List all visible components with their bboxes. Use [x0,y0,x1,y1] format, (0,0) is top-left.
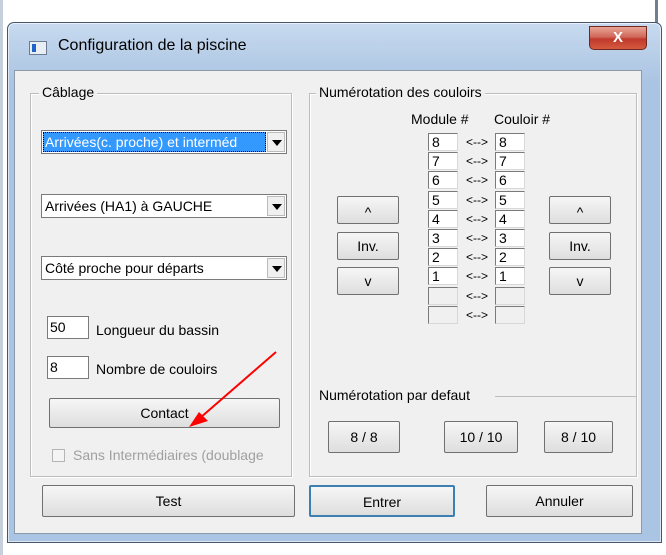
couloirs-label: Nombre de couloirs [96,361,218,377]
couloir-cell[interactable]: 3 [495,229,525,247]
module-cell[interactable]: 4 [428,209,458,228]
lane-separator: <--> [465,173,488,188]
cablage-legend: Câblage [39,84,98,100]
couloir-cell[interactable]: 6 [495,171,525,190]
module-cell[interactable]: 5 [428,190,458,209]
default-10-10-button[interactable]: 10 / 10 [444,421,518,453]
invert-left-button[interactable]: Inv. [337,232,399,260]
title-bar[interactable]: Configuration de la piscine X [8,23,661,71]
numerotation-legend: Numérotation des couloirs [316,84,485,100]
couloir-cell[interactable] [495,305,525,324]
couloir-cell[interactable]: 5 [495,190,525,209]
defaut-legend: Numérotation par defaut [316,387,473,403]
chevron-down-icon[interactable] [267,132,285,152]
lane-separator: <--> [465,154,488,169]
contact-button[interactable]: Contact [49,398,280,428]
test-button[interactable]: Test [42,485,295,517]
defaut-divider [495,396,637,397]
couloir-cell[interactable]: 2 [495,248,525,267]
arrivals-side-select[interactable]: Arrivées (HA1) à GAUCHE [41,194,287,218]
module-cell[interactable]: 7 [428,152,458,171]
window-title: Configuration de la piscine [58,37,247,54]
sans-intermediaires-label: Sans Intermédiaires (doublage [73,447,264,463]
module-cell[interactable]: 2 [428,248,458,267]
mode-select[interactable]: Arrivées(c. proche) et interméd [41,130,287,154]
default-8-8-button[interactable]: 8 / 8 [328,421,400,453]
couloir-cell[interactable]: 4 [495,209,525,228]
module-cell[interactable]: 3 [428,229,458,247]
lane-separator: <--> [465,288,488,303]
move-up-left-button[interactable]: ^ [337,196,399,224]
move-down-left-button[interactable]: v [337,267,399,295]
module-cell[interactable]: 6 [428,171,458,190]
lane-separator: <--> [465,307,488,322]
lane-separator: <--> [465,211,488,226]
longueur-label: Longueur du bassin [96,322,219,338]
lane-separator: <--> [465,135,488,149]
close-button[interactable]: X [589,26,647,50]
departs-side-value: Côté proche pour départs [45,260,204,276]
move-up-right-button[interactable]: ^ [549,196,611,224]
couloir-cell[interactable] [495,286,525,305]
departs-side-select[interactable]: Côté proche pour départs [41,256,287,280]
couloir-header: Couloir # [494,111,551,127]
lane-separator: <--> [465,192,488,207]
sans-intermediaires-checkbox[interactable] [52,449,65,462]
background-line [0,0,3,555]
couloir-cell[interactable]: 7 [495,152,525,171]
app-icon [29,41,47,55]
invert-right-button[interactable]: Inv. [549,232,611,260]
mode-select-value: Arrivées(c. proche) et interméd [43,132,266,152]
chevron-down-icon[interactable] [267,258,285,278]
lane-separator: <--> [465,231,488,245]
couloirs-input[interactable]: 8 [47,356,89,379]
module-cell[interactable]: 8 [428,133,458,151]
annuler-button[interactable]: Annuler [486,485,633,517]
couloir-cell[interactable]: 8 [495,133,525,151]
module-cell[interactable] [428,305,458,324]
chevron-down-icon[interactable] [267,196,285,216]
module-cell[interactable] [428,286,458,305]
arrivals-side-value: Arrivées (HA1) à GAUCHE [45,198,213,214]
client-area: Câblage Arrivées(c. proche) et interméd … [14,70,642,534]
module-cell[interactable]: 1 [428,267,458,286]
lane-separator: <--> [465,269,488,284]
entrer-button[interactable]: Entrer [309,485,455,517]
lane-separator: <--> [465,250,488,265]
longueur-input[interactable]: 50 [47,316,89,339]
default-8-10-button[interactable]: 8 / 10 [544,421,613,453]
module-header: Module # [411,111,469,127]
move-down-right-button[interactable]: v [549,267,611,295]
couloir-cell[interactable]: 1 [495,267,525,286]
